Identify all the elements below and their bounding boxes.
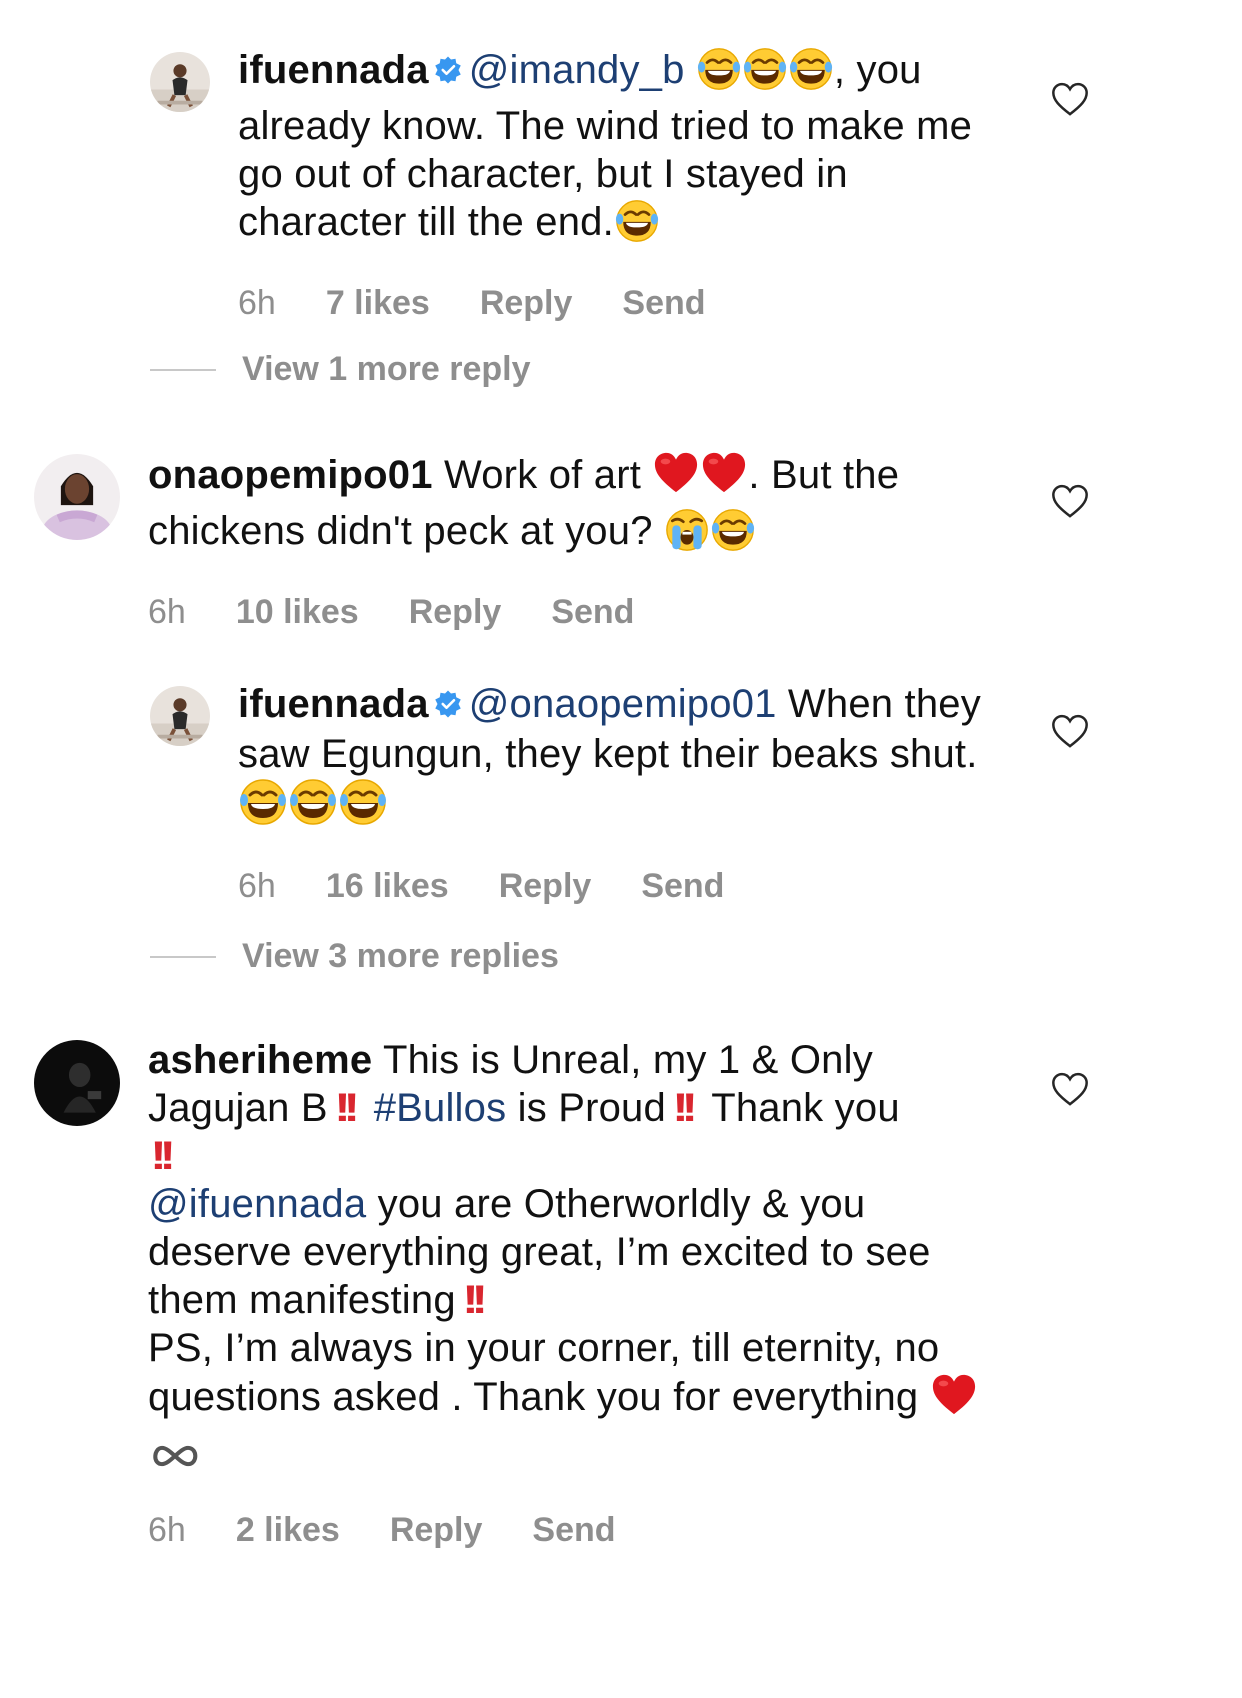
mention-link[interactable]: @ifuennada <box>148 1182 366 1226</box>
send-button[interactable]: Send <box>622 284 705 323</box>
view-more-replies-button[interactable]: View 1 more reply <box>150 350 531 389</box>
comment-meta: 6h 2 likes Reply Send <box>148 1511 1014 1550</box>
comment-time: 6h <box>238 284 276 322</box>
laughing-emoji <box>789 47 833 102</box>
comment-likes[interactable]: 7 likes <box>326 284 430 323</box>
red-heart-emoji <box>701 450 747 507</box>
send-button[interactable]: Send <box>551 593 634 632</box>
like-heart-icon[interactable] <box>1050 482 1090 527</box>
laughing-emoji <box>239 778 287 837</box>
divider-line <box>150 368 216 371</box>
laughing-emoji <box>743 47 787 102</box>
like-heart-icon[interactable] <box>1050 712 1090 757</box>
verified-badge-icon <box>433 682 463 730</box>
mention-link[interactable]: @imandy_b <box>469 48 685 92</box>
like-heart-icon[interactable] <box>1050 1070 1090 1115</box>
crying-emoji <box>665 508 709 563</box>
divider-line <box>150 955 216 958</box>
reply-button[interactable]: Reply <box>409 593 502 632</box>
comment-username[interactable]: ifuennada <box>238 48 429 92</box>
reply-button[interactable]: Reply <box>390 1511 483 1550</box>
comment-text: Thank you <box>711 1086 900 1130</box>
comment: onaopemipo01 Work of art . But the chick… <box>34 450 1034 632</box>
like-heart-icon[interactable] <box>1050 80 1090 125</box>
hashtag-link[interactable]: #Bullos <box>374 1086 507 1130</box>
comment-time: 6h <box>148 1511 186 1549</box>
comment-text: Work of art <box>444 453 642 497</box>
comment-reply: ifuennada @imandy_b , you already know. T… <box>150 46 1010 323</box>
reply-button[interactable]: Reply <box>480 284 573 323</box>
comment-likes[interactable]: 10 likes <box>236 593 359 632</box>
laughing-emoji <box>615 199 659 254</box>
avatar[interactable] <box>34 1040 120 1126</box>
comment-reply: ifuennada @onaopemipo01 When they saw Egu… <box>150 680 1030 906</box>
double-exclamation-emoji: !! <box>672 1086 698 1130</box>
comment-time: 6h <box>238 867 276 905</box>
double-exclamation-emoji: !! <box>150 1134 176 1178</box>
laughing-emoji <box>697 47 741 102</box>
comment-likes[interactable]: 2 likes <box>236 1511 340 1550</box>
view-more-label[interactable]: View 3 more replies <box>242 937 559 976</box>
view-more-label[interactable]: View 1 more reply <box>242 350 531 389</box>
comment: asheriheme This is Unreal, my 1 & Only J… <box>34 1036 1014 1550</box>
send-button[interactable]: Send <box>532 1511 615 1550</box>
laughing-emoji <box>339 778 387 837</box>
red-heart-emoji <box>931 1372 977 1429</box>
avatar[interactable] <box>150 52 210 112</box>
comment-meta: 6h 7 likes Reply Send <box>238 284 1010 323</box>
mention-link[interactable]: @onaopemipo01 <box>469 682 777 726</box>
verified-badge-icon <box>433 48 463 96</box>
comment-time: 6h <box>148 593 186 631</box>
reply-button[interactable]: Reply <box>499 867 592 906</box>
comment-meta: 6h 10 likes Reply Send <box>148 593 1034 632</box>
double-exclamation-emoji: !! <box>461 1278 488 1322</box>
laughing-emoji <box>711 508 755 563</box>
comment-username[interactable]: ifuennada <box>238 682 429 726</box>
view-more-replies-button[interactable]: View 3 more replies <box>150 937 559 976</box>
infinity-icon <box>149 1433 201 1481</box>
comment-username[interactable]: asheriheme <box>148 1038 372 1082</box>
comment-likes[interactable]: 16 likes <box>326 867 449 906</box>
comment-username[interactable]: onaopemipo01 <box>148 453 433 497</box>
double-exclamation-emoji: !! <box>333 1086 360 1130</box>
avatar[interactable] <box>150 686 210 746</box>
comment-meta: 6h 16 likes Reply Send <box>238 867 1030 906</box>
send-button[interactable]: Send <box>641 867 724 906</box>
red-heart-emoji <box>653 450 699 507</box>
comment-text: PS, I’m always in your corner, till eter… <box>148 1326 940 1419</box>
comment-text: is Proud <box>517 1086 666 1130</box>
laughing-emoji <box>289 778 337 837</box>
avatar[interactable] <box>34 454 120 540</box>
